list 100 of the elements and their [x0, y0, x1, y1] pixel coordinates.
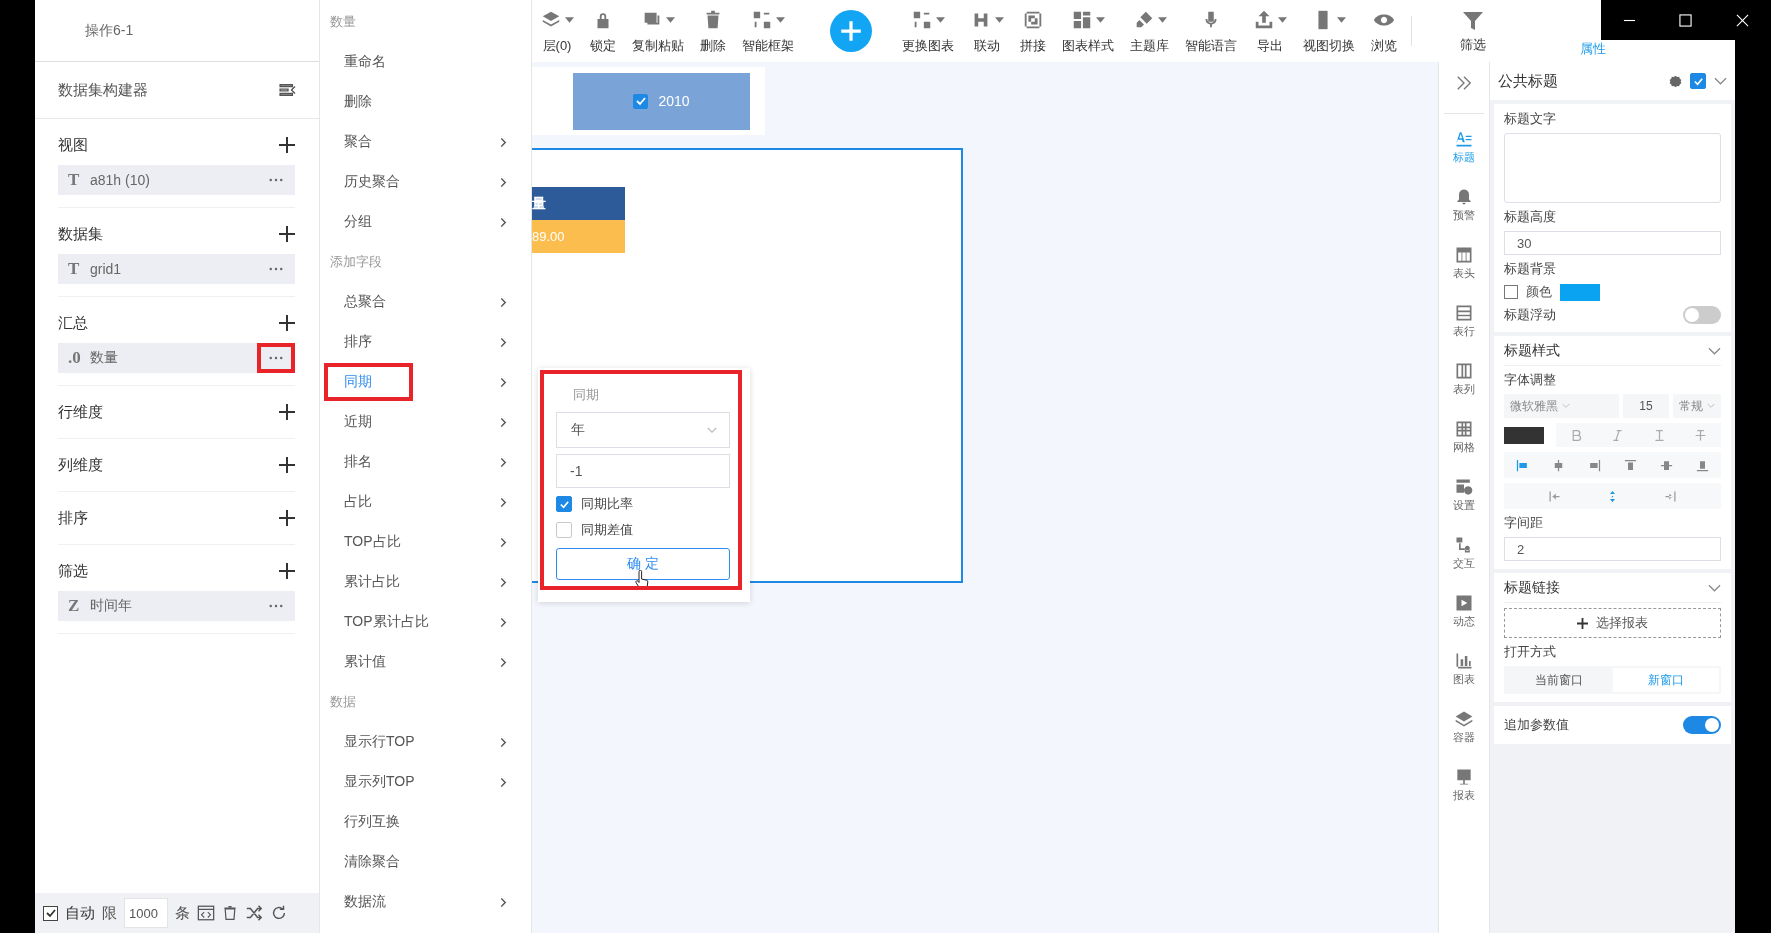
- section-label: 行维度: [58, 402, 103, 422]
- side-tab[interactable]: 网格: [1453, 412, 1475, 462]
- toolbar-button[interactable]: 智能框架: [734, 7, 802, 55]
- checkbox[interactable]: [633, 93, 649, 109]
- title-text-field[interactable]: [1504, 133, 1721, 203]
- field-item[interactable]: T grid1: [58, 254, 295, 284]
- select-report-button[interactable]: 选择报表: [1504, 608, 1721, 638]
- menu-item[interactable]: 排序: [320, 322, 531, 362]
- chevron-down-icon[interactable]: [1708, 347, 1721, 355]
- toolbar-button[interactable]: 主题库: [1122, 7, 1177, 55]
- strikethrough-icon[interactable]: [1693, 428, 1707, 442]
- limit-field[interactable]: 1000: [124, 898, 168, 928]
- weight-select[interactable]: 常规: [1673, 394, 1721, 418]
- close-icon[interactable]: [1736, 13, 1750, 27]
- code-icon[interactable]: [197, 904, 215, 922]
- refresh-icon[interactable]: [270, 904, 288, 922]
- menu-item[interactable]: 历史聚合: [320, 162, 531, 202]
- shuffle-icon[interactable]: [245, 904, 263, 922]
- panel-tab[interactable]: 筛选: [1418, 0, 1528, 62]
- collapse-icon[interactable]: [279, 83, 297, 97]
- checkbox[interactable]: [43, 905, 58, 921]
- chevron-down-icon[interactable]: [1714, 77, 1727, 85]
- toolbar-button[interactable]: 智能语言: [1177, 7, 1245, 55]
- toolbar-button[interactable]: 图表样式: [1054, 7, 1122, 55]
- add-icon[interactable]: [279, 226, 295, 242]
- bold-icon[interactable]: [1570, 428, 1584, 442]
- menu-item[interactable]: 总聚合: [320, 282, 531, 322]
- toolbar-button[interactable]: 视图切换: [1295, 7, 1363, 55]
- italic-icon[interactable]: [1611, 428, 1625, 442]
- menu-item[interactable]: 行列互换: [320, 802, 531, 842]
- menu-item[interactable]: 重命名: [320, 42, 531, 82]
- double-chevron-icon[interactable]: [1455, 75, 1473, 91]
- menu-item[interactable]: 数据流: [320, 882, 531, 922]
- add-button[interactable]: [830, 10, 872, 52]
- segment-option[interactable]: 当前窗口: [1506, 668, 1613, 692]
- select-field[interactable]: 年: [556, 412, 730, 448]
- toolbar-button[interactable]: 锁定: [582, 7, 624, 55]
- checkbox[interactable]: [556, 496, 572, 512]
- underline-icon[interactable]: [1652, 428, 1666, 442]
- field-item[interactable]: T a81h (10): [58, 165, 295, 195]
- field-item[interactable]: Z 时间年: [58, 591, 295, 621]
- side-tab[interactable]: 图表: [1453, 644, 1475, 694]
- add-icon[interactable]: [279, 137, 295, 153]
- menu-item[interactable]: 排名: [320, 442, 531, 482]
- align-icon[interactable]: [1623, 457, 1639, 473]
- toolbar-button[interactable]: 导出: [1245, 7, 1295, 55]
- checkbox[interactable]: [1504, 285, 1518, 299]
- font-select[interactable]: 微软雅黑: [1504, 394, 1619, 418]
- menu-item[interactable]: 累计占比: [320, 562, 531, 602]
- side-tab[interactable]: 表头: [1453, 238, 1475, 288]
- side-tab[interactable]: 设置: [1453, 470, 1475, 520]
- side-tab[interactable]: 动态: [1453, 586, 1475, 636]
- menu-item[interactable]: 显示行TOP: [320, 722, 531, 762]
- toolbar-button[interactable]: 联动: [962, 7, 1012, 55]
- input-field[interactable]: -1: [556, 454, 730, 488]
- side-tab[interactable]: 交互: [1453, 528, 1475, 578]
- chevron-down-icon[interactable]: [1708, 584, 1721, 592]
- maximize-icon[interactable]: [1679, 13, 1693, 27]
- more-button[interactable]: [257, 343, 295, 373]
- menu-item[interactable]: 显示列TOP: [320, 762, 531, 802]
- height-field[interactable]: 30: [1504, 231, 1721, 255]
- menu-item[interactable]: 近期: [320, 402, 531, 442]
- add-icon[interactable]: [279, 457, 295, 473]
- toggle-switch[interactable]: [1683, 716, 1721, 734]
- menu-item[interactable]: 同期: [320, 362, 531, 402]
- menu-item[interactable]: TOP占比: [320, 522, 531, 562]
- checkbox[interactable]: [1690, 73, 1706, 89]
- toolbar-button[interactable]: 拼接: [1012, 7, 1054, 55]
- color-swatch[interactable]: [1504, 426, 1544, 444]
- field-item[interactable]: .0 数量: [58, 343, 295, 373]
- menu-item[interactable]: TOP累计占比: [320, 602, 531, 642]
- menu-item[interactable]: 分组: [320, 202, 531, 242]
- side-tab[interactable]: 表行: [1453, 296, 1475, 346]
- add-icon[interactable]: [279, 563, 295, 579]
- add-icon[interactable]: [279, 404, 295, 420]
- color-swatch[interactable]: [1560, 283, 1600, 301]
- menu-item[interactable]: 清除聚合: [320, 842, 531, 882]
- side-tab[interactable]: 预警: [1453, 180, 1475, 230]
- add-icon[interactable]: [279, 510, 295, 526]
- menu-item[interactable]: 占比: [320, 482, 531, 522]
- trash-icon[interactable]: [222, 904, 238, 922]
- size-field[interactable]: 15: [1623, 394, 1669, 418]
- side-tab[interactable]: 容器: [1453, 702, 1475, 752]
- spacing-field[interactable]: 2: [1504, 537, 1721, 561]
- menu-item[interactable]: 聚合: [320, 122, 531, 162]
- side-tab[interactable]: 报表: [1453, 760, 1475, 810]
- upload-icon: [1253, 9, 1275, 31]
- confirm-button[interactable]: 确 定: [556, 548, 730, 580]
- toolbar-button[interactable]: 层(0): [532, 7, 582, 55]
- menu-item[interactable]: 累计值: [320, 642, 531, 682]
- menu-item[interactable]: 删除: [320, 82, 531, 122]
- align-icon[interactable]: [1514, 457, 1530, 473]
- toolbar-button[interactable]: 浏览: [1363, 7, 1405, 55]
- toggle-switch[interactable]: [1683, 306, 1721, 324]
- toolbar-button[interactable]: 删除: [692, 7, 734, 55]
- toolbar-button[interactable]: 复制粘贴: [624, 7, 692, 55]
- toolbar-button[interactable]: 更换图表: [894, 7, 962, 55]
- gear-icon[interactable]: [1669, 74, 1682, 88]
- add-icon[interactable]: [279, 315, 295, 331]
- side-tab[interactable]: 表列: [1453, 354, 1475, 404]
